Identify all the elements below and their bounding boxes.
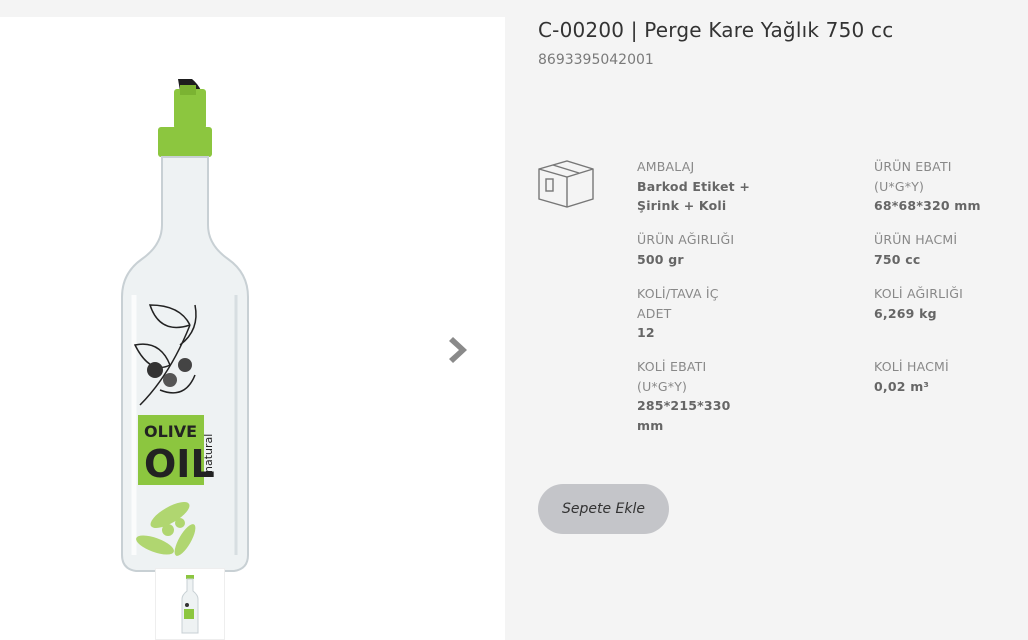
spec-label: ÜRÜN EBATI (U*G*Y)	[874, 159, 952, 194]
spec-box-weight: KOLİ AĞIRLIĞI 6,269 kg	[874, 284, 1024, 323]
box-icon	[537, 155, 595, 211]
spec-label: KOLİ/TAVA İÇ ADET	[637, 286, 719, 321]
chevron-right-icon	[449, 337, 467, 363]
spec-value: 12	[637, 325, 655, 340]
thumbnail-bottle-image	[181, 575, 199, 634]
spec-product-dimensions: ÜRÜN EBATI (U*G*Y) 68*68*320 mm	[874, 157, 994, 216]
spec-label: AMBALAJ	[637, 159, 695, 174]
spec-value: Barkod Etiket + Şirink + Koli	[637, 178, 751, 214]
product-image-gallery: OLIVE OIL natural	[0, 17, 505, 640]
product-image: OLIVE OIL natural	[100, 75, 270, 615]
olive-oil-bottle-illustration: OLIVE OIL natural	[121, 79, 249, 572]
gallery-thumbnail[interactable]	[155, 568, 225, 640]
spec-label: ÜRÜN AĞIRLIĞI	[637, 232, 735, 247]
spec-label: ÜRÜN HACMİ	[874, 232, 958, 247]
spec-box-dimensions: KOLİ EBATI (U*G*Y) 285*215*330 mm	[637, 357, 757, 435]
add-to-cart-button[interactable]: Sepete Ekle	[538, 484, 669, 534]
spec-box-volume: KOLİ HACMİ 0,02 m³	[874, 357, 1024, 396]
label-text-olive: OLIVE	[144, 422, 197, 441]
spec-value: 0,02 m³	[874, 378, 930, 394]
gallery-next-button[interactable]	[445, 333, 475, 367]
spec-label: KOLİ EBATI (U*G*Y)	[637, 359, 707, 394]
product-title: C-00200 | Perge Kare Yağlık 750 cc	[538, 18, 894, 42]
spec-value: 6,269 kg	[874, 305, 937, 321]
spec-packaging: AMBALAJ Barkod Etiket + Şirink + Koli	[637, 157, 777, 216]
spec-product-volume: ÜRÜN HACMİ 750 cc	[874, 230, 1024, 269]
spec-product-weight: ÜRÜN AĞIRLIĞI 500 gr	[637, 230, 777, 269]
label-text-natural: natural	[202, 434, 215, 473]
spec-value: 68*68*320 mm	[874, 198, 981, 213]
spec-value: 285*215*330 mm	[637, 398, 731, 433]
spec-units-per-box: KOLİ/TAVA İÇ ADET 12	[637, 284, 747, 343]
spec-value: 500 gr	[637, 251, 684, 267]
spec-label: KOLİ AĞIRLIĞI	[874, 286, 963, 301]
product-barcode: 8693395042001	[538, 52, 654, 68]
spec-value: 750 cc	[874, 251, 921, 267]
spec-label: KOLİ HACMİ	[874, 359, 949, 374]
